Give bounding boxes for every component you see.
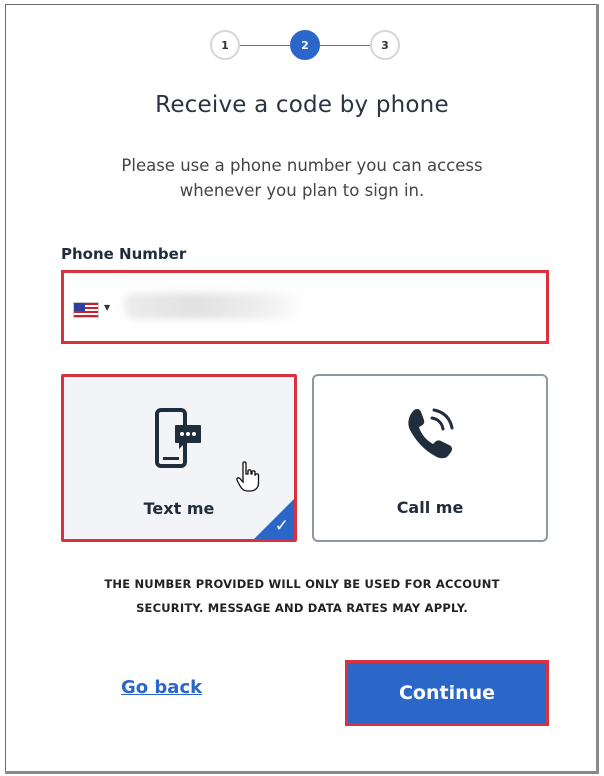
phone-message-icon <box>155 408 201 468</box>
progress-stepper: 1 2 3 <box>210 30 400 62</box>
hand-cursor-icon <box>236 461 260 492</box>
call-me-label: Call me <box>396 498 464 517</box>
frame-shadow-right <box>596 4 599 772</box>
go-back-link[interactable]: Go back <box>121 677 202 698</box>
phone-number-label: Phone Number <box>61 245 187 263</box>
phone-call-icon <box>408 408 454 459</box>
frame-shadow-bottom <box>5 771 599 774</box>
stepper-connector <box>240 45 290 46</box>
chevron-down-icon[interactable]: ▼ <box>104 303 110 312</box>
subtitle-line-1: Please use a phone number you can access <box>121 156 483 175</box>
us-flag-icon[interactable] <box>73 302 99 318</box>
step-2: 2 <box>290 30 320 60</box>
phone-number-input[interactable] <box>120 285 544 331</box>
checkmark-icon: ✓ <box>274 516 289 536</box>
phone-number-field[interactable]: ▼ <box>61 270 549 344</box>
privacy-notice: THE NUMBER PROVIDED WILL ONLY BE USED FO… <box>80 572 524 620</box>
page-title: Receive a code by phone <box>155 92 449 118</box>
notice-line-2: SECURITY. MESSAGE AND DATA RATES MAY APP… <box>136 601 468 615</box>
page-subtitle: Please use a phone number you can access… <box>100 153 504 203</box>
subtitle-line-2: whenever you plan to sign in. <box>179 181 425 200</box>
step-3: 3 <box>370 30 400 60</box>
notice-line-1: THE NUMBER PROVIDED WILL ONLY BE USED FO… <box>104 577 500 591</box>
step-1: 1 <box>210 30 240 60</box>
call-me-option[interactable]: Call me <box>312 374 548 542</box>
text-me-option[interactable]: Text me ✓ <box>61 374 297 542</box>
continue-button[interactable]: Continue <box>345 660 549 726</box>
stepper-connector <box>320 45 370 46</box>
